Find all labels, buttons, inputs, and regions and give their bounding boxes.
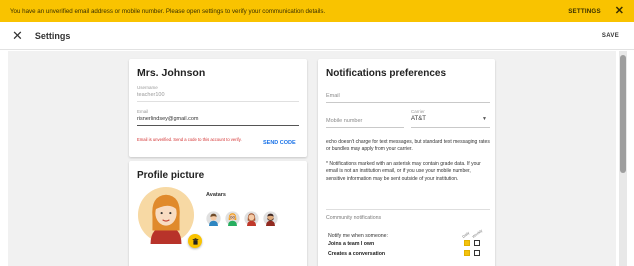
account-name: Mrs. Johnson [137, 67, 206, 79]
trash-icon [192, 237, 198, 245]
delete-avatar-button[interactable] [188, 234, 202, 248]
username-value: teacher100 [137, 92, 165, 98]
unverified-banner: You have an unverified email address or … [0, 0, 634, 22]
notify-row-label: Creates a conversation [328, 251, 386, 257]
email-field[interactable]: risnerlindsey@gmail.com [137, 116, 199, 122]
close-icon[interactable]: ✕ [12, 29, 23, 42]
username-divider [137, 101, 299, 102]
carrier-label: Carrier [411, 109, 425, 114]
banner-close-icon[interactable]: ✕ [615, 5, 624, 17]
carrier-underline [411, 127, 490, 128]
weekly-checkbox-joins-team[interactable] [474, 240, 480, 246]
daily-column-header: Daily [461, 230, 471, 239]
boy-avatar-icon[interactable] [206, 211, 221, 226]
notifications-card: Notifications preferences Email Mobile n… [318, 59, 495, 266]
banner-settings-button[interactable]: SETTINGS [568, 8, 601, 15]
settings-header: ✕ Settings SAVE [0, 22, 634, 50]
section-divider [326, 209, 490, 210]
email-error-text: Email is unverified. Send a code to this… [137, 137, 242, 142]
mobile-number-underline [326, 127, 404, 128]
girl-glasses-avatar-icon[interactable] [225, 211, 240, 226]
notifications-title: Notifications preferences [326, 68, 447, 79]
settings-content: Mrs. Johnson Username teacher100 Email r… [8, 51, 616, 266]
send-code-button[interactable]: SEND CODE [263, 140, 296, 146]
woman-avatar-icon[interactable] [244, 211, 259, 226]
banner-message: You have an unverified email address or … [10, 7, 326, 15]
email-label: Email [137, 109, 149, 114]
weekly-column-header: Weekly [471, 228, 484, 239]
chevron-down-icon[interactable]: ▼ [482, 116, 487, 122]
scrollbar-thumb[interactable] [620, 55, 626, 173]
save-button[interactable]: SAVE [602, 33, 619, 39]
username-label: Username [137, 85, 158, 90]
profile-avatar-icon[interactable] [137, 186, 195, 244]
profile-picture-title: Profile picture [137, 170, 205, 181]
email-underline [137, 125, 299, 126]
carrier-select[interactable]: AT&T [411, 116, 426, 122]
daily-checkbox-creates-conversation[interactable] [464, 250, 470, 256]
community-notifications-heading: Community notifications [326, 215, 382, 221]
page-title: Settings [34, 30, 71, 41]
sensitive-info-note: * Notifications marked with an asterisk … [326, 161, 481, 182]
carrier-charge-note: echo doesn't charge for text messages, b… [326, 139, 490, 153]
daily-checkbox-joins-team[interactable] [464, 240, 470, 246]
scrollbar[interactable] [619, 51, 627, 266]
notify-email-input[interactable]: Email [326, 93, 340, 99]
notify-row-label: Joins a team I own [328, 241, 375, 247]
avatars-label: Avatars [206, 192, 226, 198]
account-card: Mrs. Johnson Username teacher100 Email r… [129, 59, 307, 157]
profile-picture-card: Profile picture Avatars [129, 161, 307, 266]
notify-email-underline [326, 102, 490, 103]
man-beard-avatar-icon[interactable] [263, 211, 278, 226]
weekly-checkbox-creates-conversation[interactable] [474, 250, 480, 256]
mobile-number-input[interactable]: Mobile number [326, 118, 362, 124]
notify-me-label: Notify me when someone: [328, 233, 388, 239]
